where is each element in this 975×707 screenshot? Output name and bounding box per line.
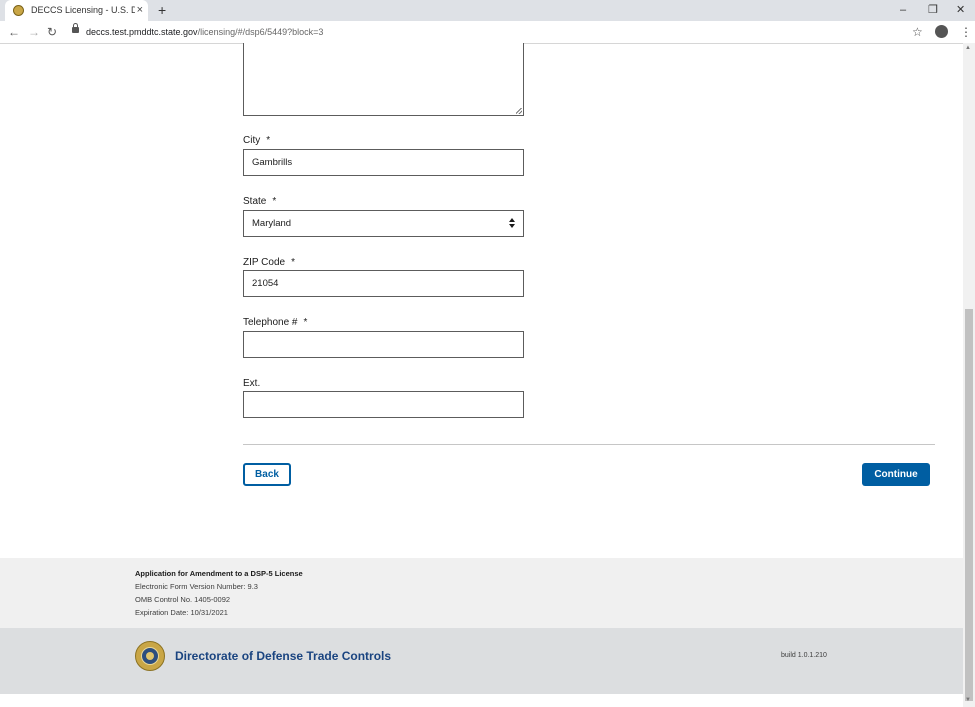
telephone-label-text: Telephone # [243, 317, 298, 328]
required-asterisk: * [291, 257, 295, 268]
browser-tab-bar: DECCS Licensing - U.S. Departme × + – ❐ … [0, 0, 975, 21]
form-version: Electronic Form Version Number: 9.3 [135, 582, 258, 591]
window-close-icon[interactable]: ✕ [956, 0, 965, 20]
footer-form-info: Application for Amendment to a DSP-5 Lic… [0, 558, 963, 628]
page-scrollbar[interactable]: ▲ ▼ [963, 43, 975, 707]
address-textarea[interactable] [243, 43, 524, 116]
expiration-date: Expiration Date: 10/31/2021 [135, 608, 228, 617]
zip-label: ZIP Code * [243, 257, 295, 268]
url-text: deccs.test.pmddtc.state.gov/licensing/#/… [86, 23, 323, 41]
form-title: Application for Amendment to a DSP-5 Lic… [135, 569, 303, 578]
url-path: /licensing/#/dsp6/5449?block=3 [197, 27, 324, 37]
minimize-icon[interactable]: – [900, 0, 906, 20]
ext-label: Ext. [243, 378, 261, 389]
city-field[interactable]: Gambrills [243, 149, 524, 176]
dept-seal-icon [135, 641, 165, 671]
scroll-up-arrow-icon[interactable]: ▲ [965, 45, 971, 51]
back-button[interactable]: Back [243, 463, 291, 486]
telephone-label: Telephone # * [243, 317, 307, 328]
tab-close-icon[interactable]: × [137, 0, 143, 21]
tab-title: DECCS Licensing - U.S. Departme [31, 5, 135, 15]
lock-icon [72, 23, 79, 33]
site-favicon-icon [13, 5, 24, 16]
select-arrows-icon [509, 218, 516, 229]
state-select[interactable]: Maryland [243, 210, 524, 237]
zip-label-text: ZIP Code [243, 257, 286, 268]
address-bar: ← → ↻ deccs.test.pmddtc.state.gov/licens… [0, 21, 975, 44]
zip-field[interactable]: 21054 [243, 270, 524, 297]
url-field[interactable]: deccs.test.pmddtc.state.gov/licensing/#/… [68, 23, 926, 41]
build-number: build 1.0.1.210 [781, 652, 827, 659]
city-label-text: City [243, 135, 261, 146]
scrollbar-thumb[interactable] [965, 309, 973, 701]
required-asterisk: * [303, 317, 308, 328]
city-label: City * [243, 135, 270, 146]
telephone-field[interactable] [243, 331, 524, 358]
new-tab-icon[interactable]: + [158, 0, 166, 21]
reload-icon[interactable]: ↻ [47, 21, 57, 43]
state-label: State * [243, 196, 276, 207]
required-asterisk: * [272, 196, 277, 207]
browser-tab[interactable]: DECCS Licensing - U.S. Departme × [5, 0, 148, 21]
footer-brand-bar: Directorate of Defense Trade Controls bu… [0, 628, 963, 694]
bookmark-star-icon[interactable]: ☆ [912, 21, 923, 43]
ext-field[interactable] [243, 391, 524, 418]
required-asterisk: * [266, 135, 271, 146]
form-divider [243, 444, 935, 445]
resize-grip-icon[interactable] [516, 108, 522, 114]
omb-control-number: OMB Control No. 1405-0092 [135, 595, 231, 604]
state-label-text: State [243, 196, 267, 207]
profile-avatar-icon[interactable] [935, 25, 948, 38]
forward-arrow-icon[interactable]: → [28, 21, 40, 43]
state-select-value: Maryland [252, 218, 292, 229]
brand-name: Directorate of Defense Trade Controls [175, 649, 392, 663]
back-arrow-icon[interactable]: ← [8, 21, 20, 43]
scroll-down-arrow-icon[interactable]: ▼ [965, 697, 971, 703]
url-host: deccs.test.pmddtc.state.gov [86, 27, 198, 37]
continue-button[interactable]: Continue [862, 463, 930, 486]
restore-icon[interactable]: ❐ [928, 0, 938, 20]
browser-menu-icon[interactable]: ⋮ [960, 21, 972, 43]
